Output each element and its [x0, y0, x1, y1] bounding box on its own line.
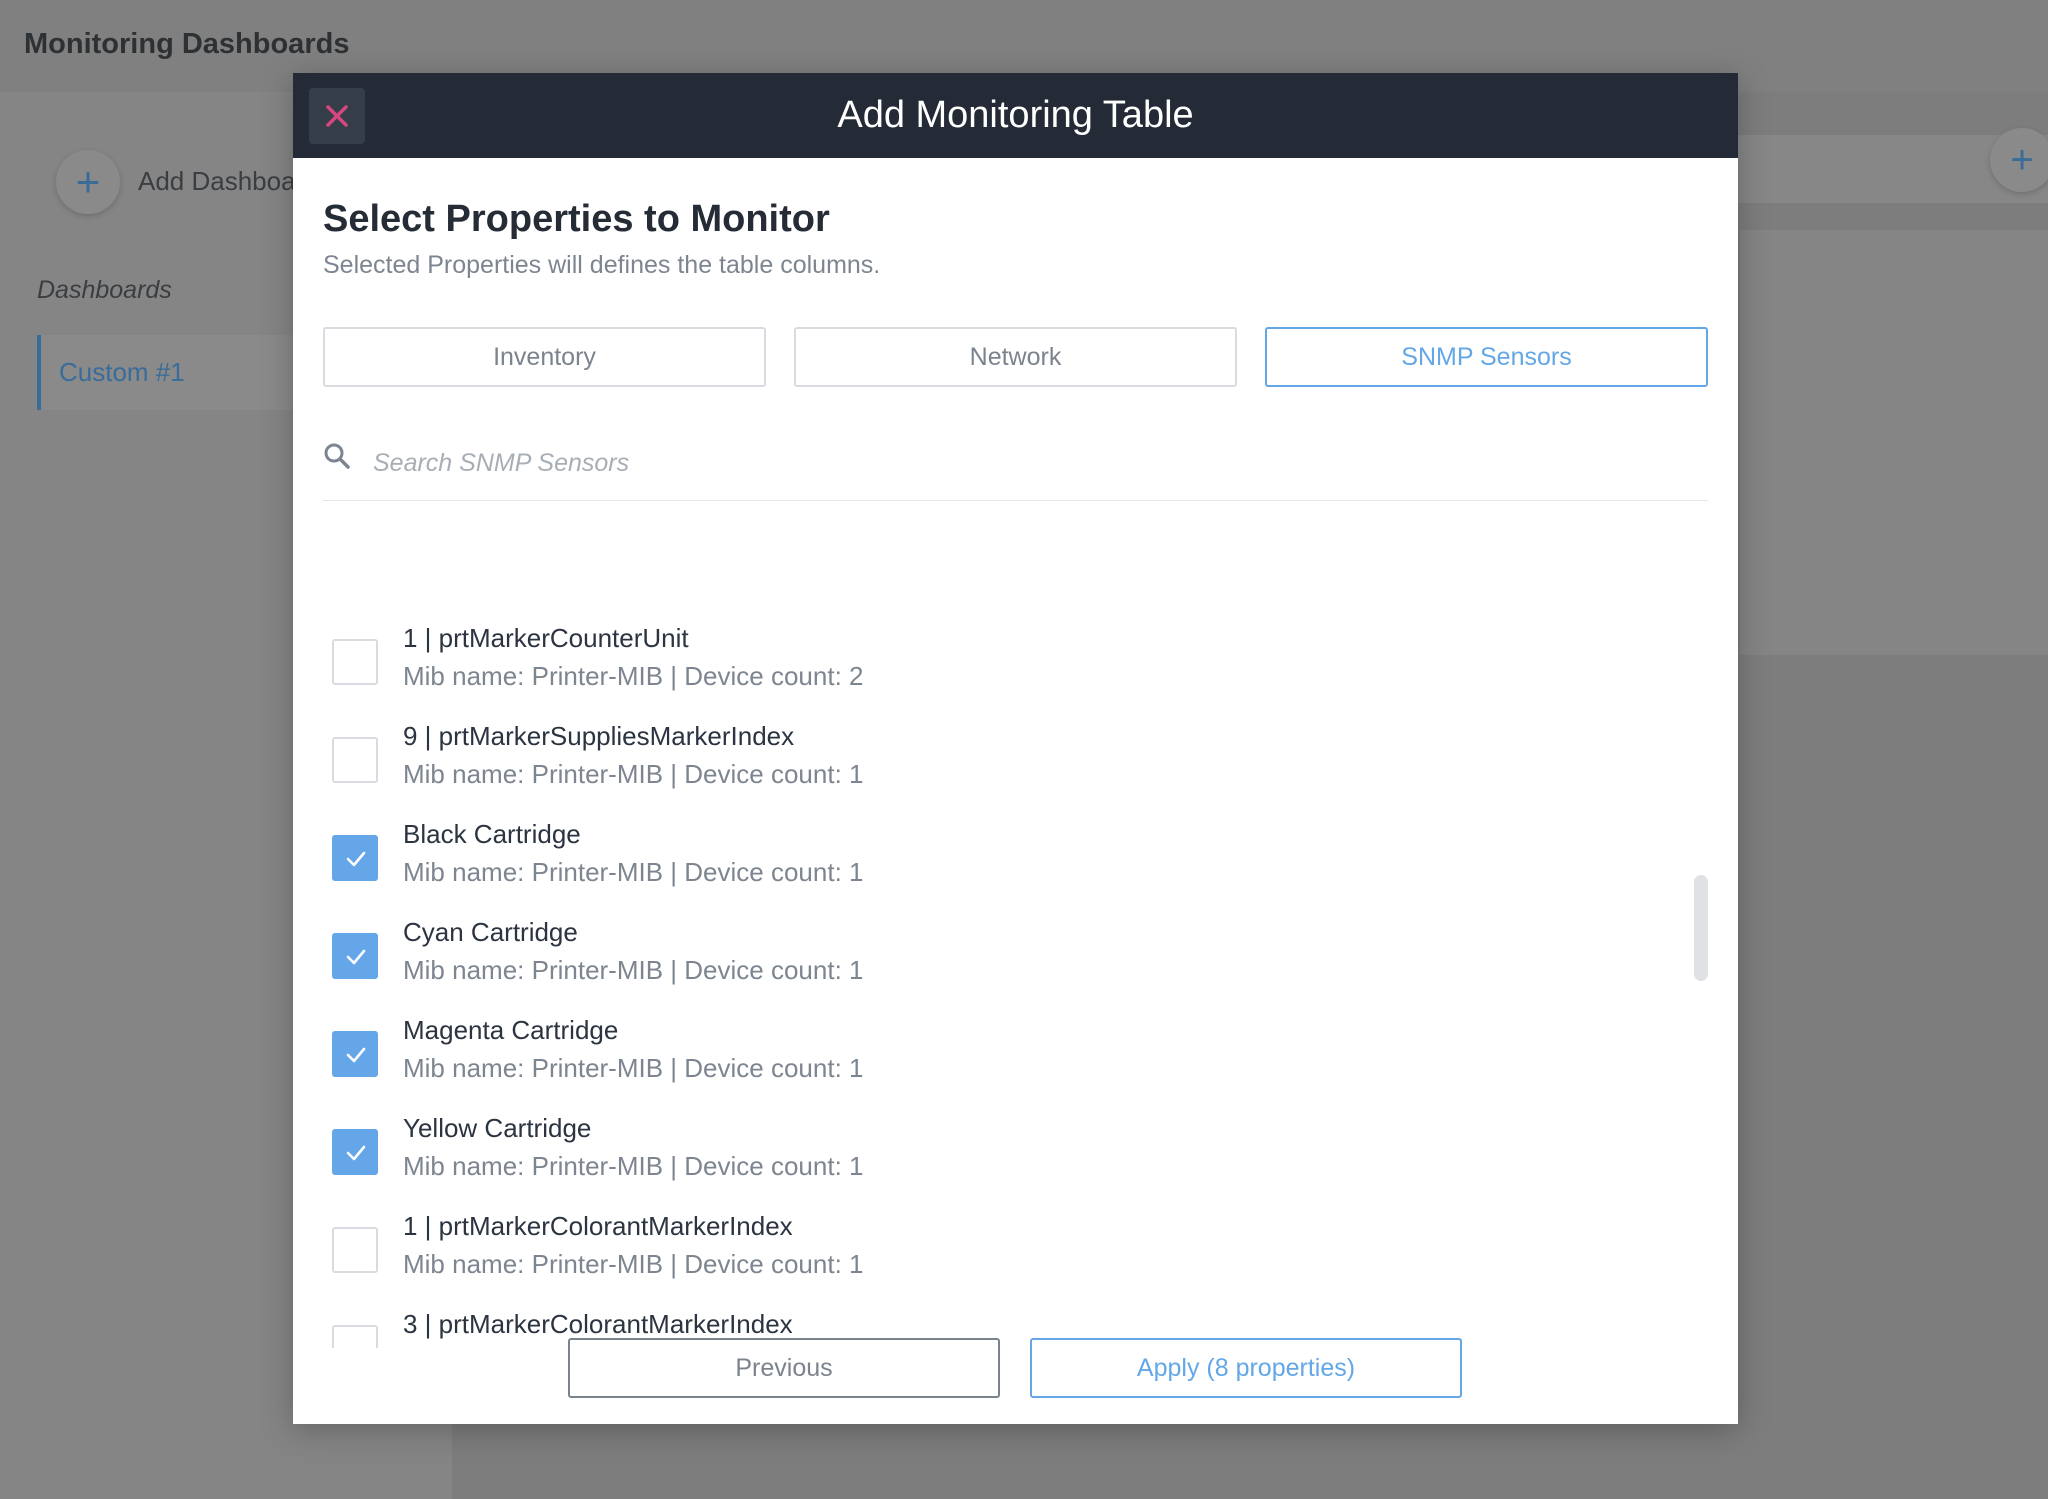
add-dashboard-button[interactable]: + [56, 150, 120, 214]
search-icon [324, 443, 350, 469]
item-name: 3 | prtMarkerColorantMarkerIndex [403, 1309, 793, 1339]
add-dashboard-label[interactable]: Add Dashboa [138, 166, 296, 197]
checkmark-icon [346, 1145, 366, 1161]
item-name: 1 | prtMarkerColorantMarkerIndex [403, 1211, 793, 1241]
item-name: Yellow Cartridge [403, 1113, 592, 1143]
item-meta: Mib name: Printer-MIB | Device count: 2 [403, 661, 864, 691]
plus-icon: + [2010, 138, 2034, 182]
item-meta: Mib name: Printer-MIB | Device count: 1 [403, 1249, 864, 1279]
item-meta: Mib name: Printer-MIB | Device count: 1 [403, 759, 864, 789]
app-title: Monitoring Dashboards [24, 28, 350, 60]
checkmark-icon [346, 851, 366, 867]
item-name: Magenta Cartridge [403, 1015, 619, 1045]
add-monitoring-table-modal: Add Monitoring Table Select Properties t… [293, 73, 1738, 1424]
sensor-list: 1 | prtMarkerCounterUnit Mib name: Print… [323, 623, 1708, 1348]
section-subtitle: Selected Properties will defines the tab… [323, 251, 881, 279]
list-scrollbar[interactable] [1694, 875, 1708, 981]
search-input[interactable] [373, 433, 1673, 493]
main-panel [1740, 230, 2048, 655]
previous-button[interactable]: Previous [568, 1338, 1000, 1398]
item-meta: Mib name: Printer-MIB | Device count: 1 [403, 1151, 864, 1181]
item-meta: Mib name: Printer-MIB | Device count: 1 [403, 1053, 864, 1083]
dashboards-section-title: Dashboards [37, 276, 172, 304]
close-button[interactable] [309, 88, 365, 144]
item-name: Cyan Cartridge [403, 917, 578, 947]
search-bar [323, 433, 1708, 501]
tab-snmp-sensors[interactable]: SNMP Sensors [1265, 327, 1708, 387]
checkmark-icon [346, 1047, 366, 1063]
checkbox[interactable] [332, 1129, 378, 1175]
checkbox[interactable] [332, 933, 378, 979]
modal-header: Add Monitoring Table [293, 73, 1738, 158]
add-widget-button[interactable]: + [1990, 128, 2048, 192]
checkbox[interactable] [332, 737, 378, 783]
item-name: Black Cartridge [403, 819, 581, 849]
checkmark-icon [346, 949, 366, 965]
item-meta: Mib name: Printer-MIB | Device count: 1 [403, 857, 864, 887]
checkbox[interactable] [332, 1227, 378, 1273]
close-icon [326, 105, 348, 127]
list-item[interactable]: 3 | prtMarkerColorantMarkerIndex [323, 1309, 1708, 1348]
item-name: 1 | prtMarkerCounterUnit [403, 623, 689, 653]
tab-inventory[interactable]: Inventory [323, 327, 766, 387]
tab-network[interactable]: Network [794, 327, 1237, 387]
apply-button[interactable]: Apply (8 properties) [1030, 1338, 1462, 1398]
section-title: Select Properties to Monitor [323, 198, 830, 240]
sensor-list-items: 1 | prtMarkerCounterUnit Mib name: Print… [323, 623, 1708, 1348]
item-meta: Mib name: Printer-MIB | Device count: 1 [403, 955, 864, 985]
dashboard-item-label: Custom #1 [59, 357, 185, 387]
checkbox[interactable] [332, 1031, 378, 1077]
checkbox[interactable] [332, 1325, 378, 1348]
plus-icon: + [75, 158, 101, 205]
dashboard-item-custom-1[interactable]: Custom #1 [37, 335, 297, 410]
checkbox[interactable] [332, 639, 378, 685]
checkbox[interactable] [332, 835, 378, 881]
item-name: 9 | prtMarkerSuppliesMarkerIndex [403, 721, 795, 751]
modal-title: Add Monitoring Table [837, 94, 1194, 136]
